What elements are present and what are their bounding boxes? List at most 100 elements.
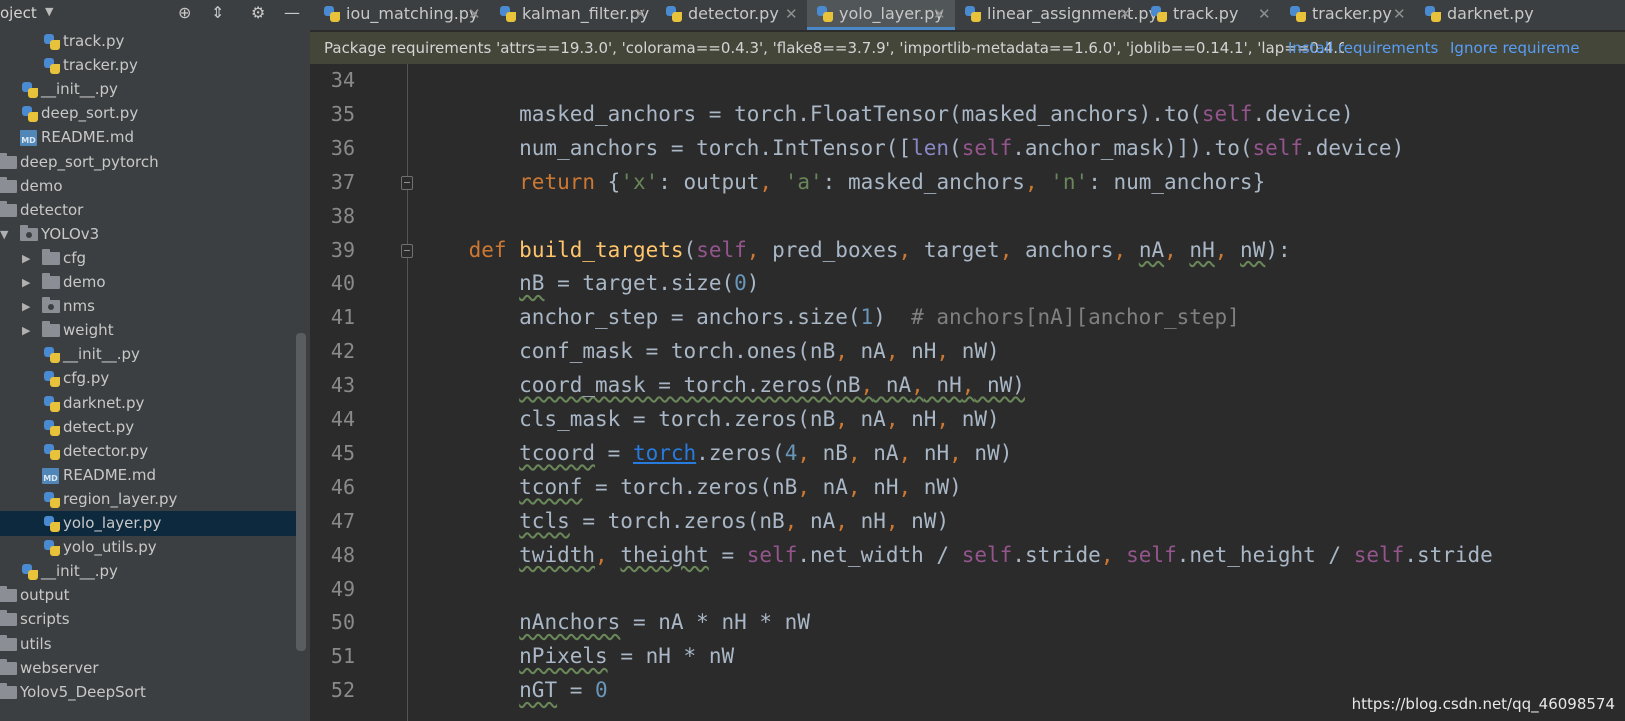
tree-item[interactable]: utils [0, 632, 300, 657]
tree-item-label: yolo_layer.py [63, 514, 162, 532]
ignore-requirements-link[interactable]: Ignore requireme [1450, 32, 1580, 64]
tree-scrollbar[interactable] [296, 333, 306, 651]
close-icon[interactable]: ✕ [1393, 0, 1406, 28]
tree-item-label: region_layer.py [63, 489, 178, 508]
chevron-down-icon[interactable]: ▼ [45, 5, 53, 18]
tree-item[interactable]: MD README.md [0, 463, 300, 488]
close-icon[interactable]: ✕ [785, 0, 798, 28]
tree-item[interactable]: demo [0, 174, 300, 199]
tree-item-label: tracker.py [63, 56, 138, 75]
code-line[interactable]: return {'x': output, 'a': masked_anchors… [418, 165, 1265, 200]
tab-kalman_filter[interactable]: kalman_filter.py ✕ [490, 0, 656, 30]
chevron-down-icon[interactable]: ▼ [0, 222, 8, 247]
gear-icon[interactable]: ⚙ [251, 3, 265, 22]
markdown-file-icon: MD [20, 130, 37, 147]
tab-iou_matching[interactable]: iou_matching.py ✕ [314, 0, 490, 30]
tree-item[interactable]: Yolov5_DeepSort [0, 680, 300, 705]
tree-item-label: track.py [63, 32, 125, 50]
code-line[interactable]: tconf = torch.zeros(nB, nA, nH, nW) [418, 470, 962, 505]
fold-icon[interactable] [401, 243, 413, 258]
code-line[interactable]: anchor_step = anchors.size(1) # anchors[… [418, 300, 1240, 335]
folder-icon [0, 634, 17, 651]
tree-item[interactable]: detector [0, 198, 300, 223]
tree-item[interactable]: detector.py [0, 439, 300, 464]
tree-item[interactable]: yolo_utils.py [0, 535, 300, 560]
collapse-all-icon[interactable]: ⇕ [211, 3, 224, 22]
code-line[interactable]: conf_mask = torch.ones(nB, nA, nH, nW) [418, 334, 1000, 369]
code-line[interactable]: def build_targets(self, pred_boxes, targ… [418, 233, 1291, 268]
tree-item[interactable]: deep_sort.py [0, 101, 300, 126]
tab-linear_assignment[interactable]: linear_assignment.py ✕ [955, 0, 1158, 30]
tree-item-label: deep_sort.py [41, 104, 139, 123]
tree-item-label: README.md [41, 128, 135, 147]
line-number: 42 [330, 339, 355, 364]
code-line[interactable]: tcoord = torch.zeros(4, nB, nA, nH, nW) [418, 436, 1012, 471]
code-line[interactable]: coord_mask = torch.zeros(nB, nA, nH, nW) [418, 368, 1025, 403]
tree-item[interactable]: scripts [0, 607, 300, 632]
tree-item[interactable]: track.py [0, 29, 300, 54]
tab-label: darknet.py [1447, 4, 1534, 23]
chevron-right-icon[interactable]: ▶ [22, 270, 30, 295]
tree-item[interactable]: output [0, 583, 300, 608]
tree-item[interactable]: darknet.py [0, 391, 300, 416]
tree-item[interactable]: deep_sort_pytorch [0, 150, 300, 175]
code-line[interactable]: nB = target.size(0) [418, 266, 759, 301]
install-requirements-link[interactable]: Install requirements [1288, 32, 1438, 64]
tree-item-label: demo [63, 273, 106, 291]
chevron-right-icon[interactable]: ▶ [22, 318, 30, 343]
project-title[interactable]: oject [0, 4, 37, 22]
line-number: 39 [330, 237, 355, 262]
code-line[interactable]: nGT = 0 [418, 673, 608, 708]
tree-item[interactable]: ▶ cfg [0, 246, 300, 271]
tab-track[interactable]: track.py ✕ [1141, 0, 1280, 30]
code-line[interactable]: nAnchors = nA * nH * nW [418, 605, 810, 640]
tree-item[interactable]: __init__.py [0, 342, 300, 367]
tree-item[interactable]: __init__.py [0, 77, 300, 102]
tree-item[interactable]: __init__.py [0, 559, 300, 584]
code-line[interactable]: twidth, theight = self.net_width / self.… [418, 538, 1493, 573]
line-number: 52 [330, 678, 355, 703]
tree-item[interactable]: region_layer.py [0, 487, 300, 512]
tab-detector[interactable]: detector.py ✕ [656, 0, 807, 30]
tree-item[interactable]: ▶ demo [0, 270, 300, 295]
tree-item-label: nms [63, 297, 95, 316]
locate-icon[interactable]: ⊕ [178, 3, 191, 22]
tree-item[interactable]: cfg.py [0, 366, 300, 391]
tree-item-label: output [20, 586, 70, 605]
close-icon[interactable]: ✕ [1119, 0, 1132, 28]
folder-icon [0, 610, 17, 627]
tree-item[interactable]: tracker.py [0, 53, 300, 78]
code-line[interactable]: tcls = torch.zeros(nB, nA, nH, nW) [418, 504, 949, 539]
fold-icon[interactable] [401, 175, 413, 190]
code-line[interactable]: nPixels = nH * nW [418, 639, 734, 674]
close-icon[interactable]: ✕ [634, 0, 647, 28]
tab-tracker[interactable]: tracker.py ✕ [1280, 0, 1415, 30]
close-icon[interactable]: ✕ [933, 0, 946, 28]
tree-item[interactable]: detect.py [0, 415, 300, 440]
line-number: 49 [330, 576, 355, 601]
code-line[interactable]: cls_mask = torch.zeros(nB, nA, nH, nW) [418, 402, 1000, 437]
minimize-icon[interactable]: — [284, 3, 300, 22]
line-number: 51 [330, 644, 355, 669]
tree-item[interactable]: webserver [0, 656, 300, 681]
tree-item[interactable]: MD README.md [0, 125, 300, 150]
tab-label: iou_matching.py [346, 4, 479, 23]
tab-yolo_layer[interactable]: yolo_layer.py ✕ [807, 0, 955, 30]
close-icon[interactable]: ✕ [468, 0, 481, 28]
close-icon[interactable]: ✕ [1258, 0, 1271, 28]
tree-item[interactable]: ▼ YOLOv3 [0, 222, 300, 247]
code-line[interactable]: num_anchors = torch.IntTensor([len(self.… [418, 131, 1404, 166]
tree-item-label: deep_sort_pytorch [20, 152, 159, 171]
project-panel: oject ▼ ⊕ ⇕ ⚙ — track.py tracker.py __init… [0, 0, 310, 721]
tree-item[interactable]: ▶ weight [0, 318, 300, 343]
tree-item[interactable]: ▶ nms [0, 294, 300, 319]
code-line[interactable]: masked_anchors = torch.FloatTensor(maske… [418, 97, 1353, 132]
tree-item[interactable]: yolo_layer.py [0, 511, 300, 536]
chevron-right-icon[interactable]: ▶ [22, 246, 30, 271]
code-editor[interactable]: 34 35 masked_anchors = torch.FloatTensor(… [310, 64, 1625, 721]
line-number: 47 [330, 508, 355, 533]
python-file-icon [500, 6, 516, 22]
tab-darknet[interactable]: darknet.py [1415, 0, 1625, 30]
python-file-icon [44, 395, 60, 412]
chevron-right-icon[interactable]: ▶ [22, 294, 30, 319]
